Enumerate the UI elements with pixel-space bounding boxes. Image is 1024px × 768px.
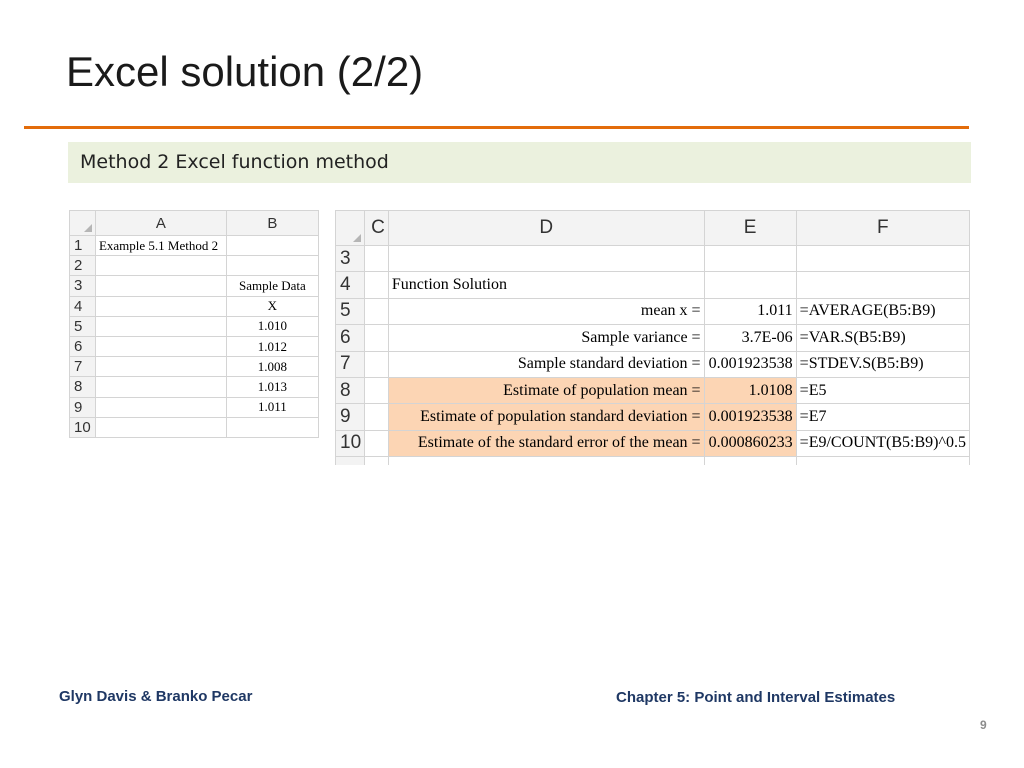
cell-cut [703, 456, 797, 465]
cell-f5[interactable]: =AVERAGE(B5:B9) [795, 297, 970, 326]
cell-f3[interactable] [795, 244, 970, 273]
cell-b7[interactable]: 1.008 [225, 356, 319, 378]
page-number: 9 [980, 718, 987, 732]
select-all-corner[interactable] [69, 210, 96, 236]
cell-a2[interactable] [94, 255, 227, 277]
cell-a6[interactable] [94, 335, 227, 358]
cell-e8[interactable]: 1.0108 [703, 376, 797, 405]
cell-d9[interactable]: Estimate of population standard deviatio… [387, 403, 705, 431]
column-header-a[interactable]: A [94, 210, 227, 236]
cell-cut [364, 456, 389, 465]
row-header[interactable]: 10 [335, 429, 366, 458]
row-header[interactable]: 5 [69, 315, 96, 337]
cell-cut [387, 456, 705, 465]
footer-chapter: Chapter 5: Point and Interval Estimates [616, 689, 896, 706]
cell-c3[interactable] [364, 244, 389, 273]
cell-a9[interactable] [94, 396, 227, 418]
column-header-d[interactable]: D [387, 210, 705, 246]
select-all-corner[interactable] [335, 210, 366, 246]
cell-f10[interactable]: =E9/COUNT(B5:B9)^0.5 [795, 429, 970, 458]
cell-a1[interactable]: Example 5.1 Method 2 [94, 234, 227, 257]
row-header[interactable]: 6 [335, 324, 366, 352]
cell-c5[interactable] [364, 297, 389, 326]
subtitle-banner: Method 2 Excel function method [68, 142, 971, 183]
row-header-cut[interactable] [335, 456, 366, 465]
cell-d4[interactable]: Function Solution [387, 271, 705, 299]
row-header[interactable]: 7 [69, 356, 96, 378]
column-header-b[interactable]: B [225, 210, 319, 236]
row-header[interactable]: 4 [335, 271, 366, 299]
row-header[interactable]: 8 [335, 376, 366, 405]
cell-c4[interactable] [364, 271, 389, 299]
cell-f4[interactable] [795, 271, 970, 299]
cell-d8[interactable]: Estimate of population mean = [387, 376, 705, 405]
cell-e7[interactable]: 0.001923538 [703, 350, 797, 378]
cell-b5[interactable]: 1.010 [225, 315, 319, 337]
footer-authors: Glyn Davis & Branko Pecar [59, 688, 253, 705]
spreadsheet-function-solution: C D E F 3 4 Function Solution 5 mean x =… [335, 210, 970, 465]
cell-f6[interactable]: =VAR.S(B5:B9) [795, 324, 970, 352]
cell-e6[interactable]: 3.7E-06 [703, 324, 797, 352]
cell-d10[interactable]: Estimate of the standard error of the me… [387, 429, 705, 458]
cell-a8[interactable] [94, 376, 227, 398]
cell-d7[interactable]: Sample standard deviation = [387, 350, 705, 378]
cell-d3[interactable] [387, 244, 705, 273]
row-header[interactable]: 9 [335, 403, 366, 431]
cell-c10[interactable] [364, 429, 389, 458]
cell-c7[interactable] [364, 350, 389, 378]
column-header-f[interactable]: F [795, 210, 970, 246]
cell-e9[interactable]: 0.001923538 [703, 403, 797, 431]
row-header[interactable]: 4 [69, 295, 96, 317]
row-header[interactable]: 9 [69, 396, 96, 418]
cell-d6[interactable]: Sample variance = [387, 324, 705, 352]
cell-b1[interactable] [225, 234, 319, 257]
row-header[interactable]: 7 [335, 350, 366, 378]
row-header[interactable]: 8 [69, 376, 96, 398]
cell-f7[interactable]: =STDEV.S(B5:B9) [795, 350, 970, 378]
column-header-c[interactable]: C [364, 210, 389, 246]
cell-b9[interactable]: 1.011 [225, 396, 319, 418]
title-divider [24, 126, 969, 129]
cell-f9[interactable]: =E7 [795, 403, 970, 431]
cell-a4[interactable] [94, 295, 227, 317]
cell-c9[interactable] [364, 403, 389, 431]
cell-b8[interactable]: 1.013 [225, 376, 319, 398]
cell-b10[interactable] [225, 416, 319, 438]
cell-a3[interactable] [94, 275, 227, 297]
cell-a5[interactable] [94, 315, 227, 337]
cell-cut [795, 456, 970, 465]
cell-b2[interactable] [225, 255, 319, 277]
spreadsheet-data-input: A B 1 Example 5.1 Method 2 2 3 Sample Da… [69, 210, 319, 440]
row-header[interactable]: 6 [69, 335, 96, 358]
cell-f8[interactable]: =E5 [795, 376, 970, 405]
column-header-e[interactable]: E [703, 210, 797, 246]
cell-e10[interactable]: 0.000860233 [703, 429, 797, 458]
cell-b6[interactable]: 1.012 [225, 335, 319, 358]
cell-c6[interactable] [364, 324, 389, 352]
cell-d5[interactable]: mean x = [387, 297, 705, 326]
cell-a10[interactable] [94, 416, 227, 438]
cell-c8[interactable] [364, 376, 389, 405]
cell-a7[interactable] [94, 356, 227, 378]
row-header[interactable]: 3 [69, 275, 96, 297]
row-header[interactable]: 5 [335, 297, 366, 326]
row-header[interactable]: 2 [69, 255, 96, 277]
cell-e3[interactable] [703, 244, 797, 273]
row-header[interactable]: 1 [69, 234, 96, 257]
cell-b4[interactable]: X [225, 295, 319, 317]
row-header[interactable]: 3 [335, 244, 366, 273]
cell-e5[interactable]: 1.011 [703, 297, 797, 326]
cell-e4[interactable] [703, 271, 797, 299]
cell-b3[interactable]: Sample Data [225, 275, 319, 297]
subtitle-text: Method 2 Excel function method [80, 151, 389, 173]
slide-title: Excel solution (2/2) [66, 48, 424, 95]
row-header[interactable]: 10 [69, 416, 96, 438]
